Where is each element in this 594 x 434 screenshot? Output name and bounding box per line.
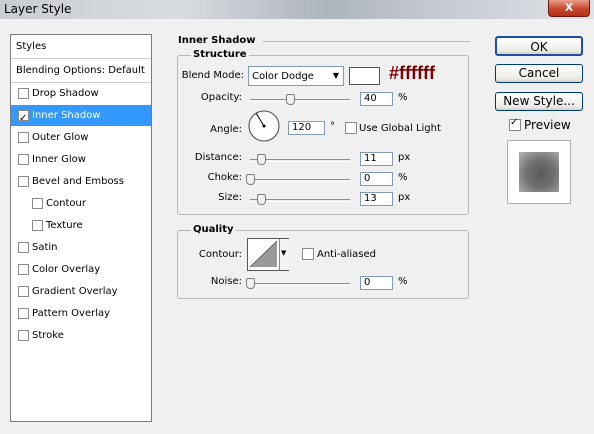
sidebar-item-label: Outer Glow (32, 132, 89, 143)
contour-dropdown-arrow[interactable]: ▼ (279, 239, 289, 270)
cancel-button[interactable]: Cancel (495, 64, 583, 83)
angle-field[interactable]: 120 (288, 121, 325, 135)
choke-slider-thumb[interactable] (246, 174, 255, 185)
panel-title: Inner Shadow (178, 35, 256, 46)
sidebar-item-outer-glow[interactable]: Outer Glow (11, 127, 151, 148)
sidebar-checkbox-outer-glow[interactable] (18, 132, 29, 143)
opacity-slider-thumb[interactable] (286, 94, 295, 105)
sidebar-item-texture[interactable]: Texture (11, 215, 151, 236)
sidebar-item-inner-shadow[interactable]: Inner Shadow (11, 105, 151, 129)
distance-field[interactable]: 11 (360, 152, 393, 166)
use-global-light-label: Use Global Light (359, 123, 441, 134)
opacity-field[interactable]: 40 (360, 92, 393, 106)
sidebar-item-drop-shadow[interactable]: Drop Shadow (11, 83, 151, 104)
choke-unit: % (398, 172, 408, 183)
angle-unit: ° (330, 121, 335, 132)
preview-thumbnail (507, 140, 571, 204)
noise-unit: % (398, 276, 408, 287)
sidebar-item-label: Texture (46, 220, 83, 231)
sidebar-checkbox-contour[interactable] (32, 198, 43, 209)
sidebar-checkbox-inner-glow[interactable] (18, 154, 29, 165)
sidebar-item-gradient-overlay[interactable]: Gradient Overlay (11, 281, 151, 302)
chevron-down-icon: ▼ (332, 71, 339, 80)
choke-field[interactable]: 0 (360, 172, 393, 186)
shadow-color-swatch[interactable] (349, 67, 380, 85)
size-field[interactable]: 13 (360, 192, 393, 206)
blend-mode-select[interactable]: Color Dodge ▼ (248, 66, 344, 86)
window-title: Layer Style (4, 2, 72, 16)
check-icon: ✓ (510, 117, 519, 128)
styles-header-label: Styles (16, 41, 47, 52)
preview-swatch (519, 152, 559, 192)
panel-title-rule (263, 41, 470, 42)
preview-checkbox[interactable]: ✓ (509, 117, 521, 131)
opacity-label: Opacity: (200, 92, 242, 103)
styles-header[interactable]: Styles (11, 35, 151, 59)
distance-label: Distance: (194, 152, 242, 163)
sidebar-item-label: Stroke (32, 330, 64, 341)
color-hex-annotation: #ffffff (389, 63, 435, 83)
opacity-unit: % (398, 92, 408, 103)
close-button[interactable]: X (548, 0, 590, 17)
title-bar[interactable] (0, 0, 594, 19)
contour-picker[interactable]: ▼ (247, 238, 289, 271)
chevron-down-icon: ▼ (281, 249, 287, 257)
sidebar-item-inner-glow[interactable]: Inner Glow (11, 149, 151, 170)
noise-slider-thumb[interactable] (246, 278, 255, 289)
sidebar-item-color-overlay[interactable]: Color Overlay (11, 259, 151, 280)
sidebar-item-satin[interactable]: Satin (11, 237, 151, 258)
use-global-light-checkbox[interactable] (345, 122, 357, 134)
sidebar-item-label: Bevel and Emboss (32, 176, 124, 187)
sidebar-item-bevel-and-emboss[interactable]: Bevel and Emboss (11, 171, 151, 192)
distance-slider-thumb[interactable] (257, 154, 266, 165)
sidebar-checkbox-bevel-and-emboss[interactable] (18, 176, 29, 187)
size-label: Size: (218, 192, 242, 203)
contour-label: Contour: (198, 249, 242, 260)
sidebar-checkbox-texture[interactable] (32, 220, 43, 231)
sidebar-checkbox-inner-shadow[interactable] (18, 108, 29, 129)
size-slider-thumb[interactable] (257, 194, 266, 205)
sidebar-checkbox-drop-shadow[interactable] (18, 88, 29, 99)
choke-label: Choke: (207, 172, 242, 183)
sidebar-checkbox-color-overlay[interactable] (18, 264, 29, 275)
sidebar-item-label: Drop Shadow (32, 88, 99, 99)
size-unit: px (398, 192, 411, 203)
new-style-button[interactable]: New Style... (495, 92, 583, 111)
blend-mode-label: Blend Mode: (181, 70, 244, 81)
angle-dial[interactable] (247, 109, 281, 143)
choke-slider[interactable] (250, 179, 350, 182)
sidebar-item-label: Pattern Overlay (32, 308, 111, 319)
sidebar-checkbox-pattern-overlay[interactable] (18, 308, 29, 319)
sidebar-item-contour[interactable]: Contour (11, 193, 151, 214)
noise-slider[interactable] (250, 283, 350, 286)
quality-title: Quality (191, 224, 236, 235)
sidebar-checkbox-gradient-overlay[interactable] (18, 286, 29, 297)
sidebar-checkbox-stroke[interactable] (18, 330, 29, 341)
ok-button[interactable]: OK (495, 36, 583, 56)
quality-group (177, 230, 469, 299)
anti-aliased-checkbox[interactable] (302, 248, 314, 260)
sidebar-item-pattern-overlay[interactable]: Pattern Overlay (11, 303, 151, 324)
styles-list: Styles Blending Options: Default Drop Sh… (10, 34, 152, 422)
distance-unit: px (398, 152, 411, 163)
anti-aliased-label: Anti-aliased (317, 249, 377, 260)
sidebar-item-stroke[interactable]: Stroke (11, 325, 151, 346)
sidebar-checkbox-satin[interactable] (18, 242, 29, 253)
sidebar-item-label: Contour (46, 198, 86, 209)
blending-options-item[interactable]: Blending Options: Default (11, 59, 151, 83)
sidebar-item-label: Inner Glow (32, 154, 86, 165)
blend-mode-value: Color Dodge (252, 71, 314, 82)
sidebar-item-label: Inner Shadow (32, 110, 101, 121)
sidebar-item-label: Color Overlay (32, 264, 101, 275)
preview-label: Preview (524, 118, 571, 132)
structure-title: Structure (191, 49, 249, 60)
noise-label: Noise: (210, 276, 242, 287)
sidebar-item-label: Gradient Overlay (32, 286, 118, 297)
noise-field[interactable]: 0 (360, 276, 393, 290)
sidebar-item-label: Satin (32, 242, 58, 253)
contour-linear-icon (249, 240, 278, 268)
angle-label: Angle: (210, 124, 242, 135)
opacity-slider[interactable] (250, 99, 350, 102)
blending-options-label: Blending Options: Default (16, 65, 145, 76)
